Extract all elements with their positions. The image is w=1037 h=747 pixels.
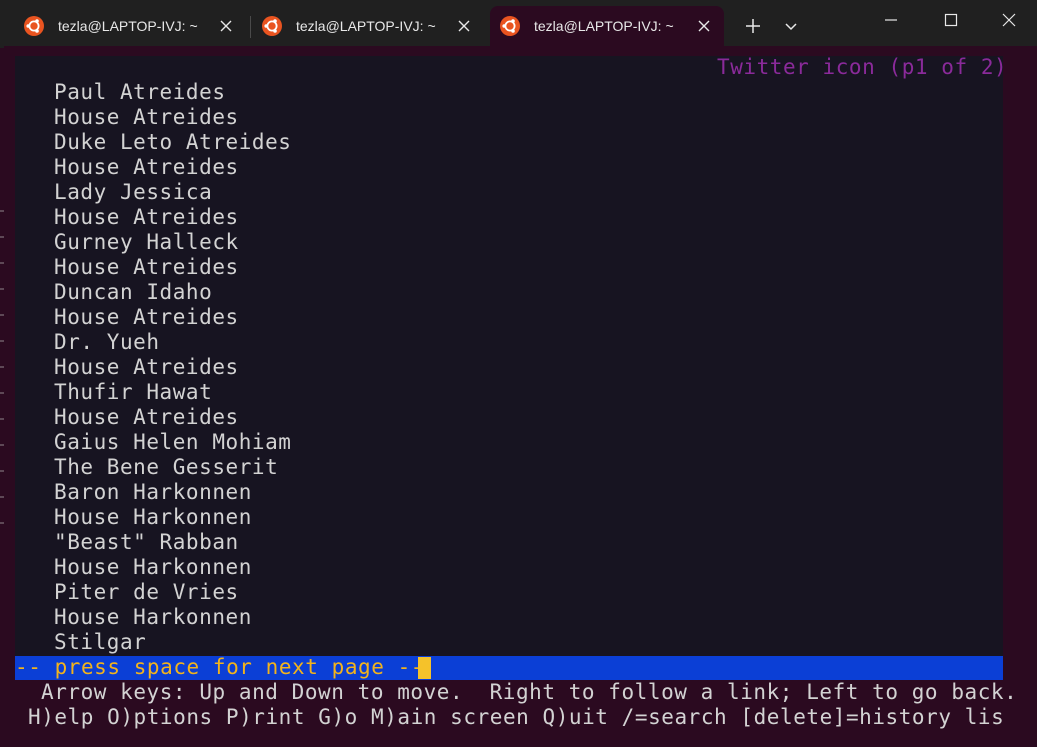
tab-separator bbox=[250, 16, 251, 38]
link-item[interactable]: "Beast" Rabban bbox=[54, 530, 239, 555]
maximize-icon bbox=[944, 13, 958, 27]
tab-1-label: tezla@LAPTOP-IVJ: ~ bbox=[58, 18, 198, 34]
close-icon bbox=[1002, 13, 1016, 27]
tab-2[interactable]: tezla@LAPTOP-IVJ: ~ bbox=[252, 6, 484, 46]
tab-dropdown-button[interactable] bbox=[776, 12, 806, 40]
link-item[interactable]: Dr. Yueh bbox=[54, 330, 160, 355]
ubuntu-icon bbox=[262, 16, 282, 36]
page-title: Twitter icon (p1 of 2) bbox=[717, 55, 1008, 79]
close-icon[interactable] bbox=[216, 16, 236, 36]
close-icon[interactable] bbox=[694, 16, 714, 36]
tab-3-label: tezla@LAPTOP-IVJ: ~ bbox=[534, 18, 674, 34]
link-item[interactable]: House Atreides bbox=[54, 255, 239, 280]
link-item[interactable]: Lady Jessica bbox=[54, 180, 212, 205]
close-window-button[interactable] bbox=[986, 4, 1032, 36]
link-item[interactable]: Duncan Idaho bbox=[54, 280, 212, 305]
link-item[interactable]: House Harkonnen bbox=[54, 505, 252, 530]
plus-icon bbox=[746, 19, 760, 33]
link-item[interactable]: House Harkonnen bbox=[54, 605, 252, 630]
link-item[interactable]: Piter de Vries bbox=[54, 580, 239, 605]
tab-3[interactable]: tezla@LAPTOP-IVJ: ~ bbox=[490, 6, 724, 46]
link-item[interactable]: Gurney Halleck bbox=[54, 230, 239, 255]
tab-2-label: tezla@LAPTOP-IVJ: ~ bbox=[296, 18, 436, 34]
help-line-navigation: Arrow keys: Up and Down to move. Right t… bbox=[41, 680, 1018, 704]
link-item[interactable]: Stilgar bbox=[54, 630, 146, 655]
link-item[interactable]: The Bene Gesserit bbox=[54, 455, 278, 480]
ubuntu-icon bbox=[500, 16, 520, 36]
link-item[interactable]: House Atreides bbox=[54, 405, 239, 430]
link-item[interactable]: Gaius Helen Mohiam bbox=[54, 430, 291, 455]
minimize-button[interactable] bbox=[868, 4, 914, 36]
terminal-cursor bbox=[418, 657, 431, 679]
status-prompt: -- press space for next page -- bbox=[15, 655, 424, 679]
link-item[interactable]: House Atreides bbox=[54, 205, 239, 230]
link-item[interactable]: Thufir Hawat bbox=[54, 380, 212, 405]
maximize-button[interactable] bbox=[928, 4, 974, 36]
chevron-down-icon bbox=[785, 23, 797, 31]
new-tab-button[interactable] bbox=[738, 12, 768, 40]
link-item[interactable]: House Atreides bbox=[54, 355, 239, 380]
minimize-icon bbox=[885, 19, 897, 21]
help-line-commands: H)elp O)ptions P)rint G)o M)ain screen Q… bbox=[28, 705, 1005, 729]
link-item[interactable]: Duke Leto Atreides bbox=[54, 130, 291, 155]
link-item[interactable]: House Atreides bbox=[54, 155, 239, 180]
link-item[interactable]: House Atreides bbox=[54, 105, 239, 130]
tab-1[interactable]: tezla@LAPTOP-IVJ: ~ bbox=[14, 6, 246, 46]
link-item[interactable]: House Atreides bbox=[54, 305, 239, 330]
title-bar: tezla@LAPTOP-IVJ: ~ tezla@LAPTOP-IVJ: ~ … bbox=[0, 0, 1037, 48]
link-item[interactable]: Paul Atreides bbox=[54, 80, 226, 105]
link-item[interactable]: House Harkonnen bbox=[54, 555, 252, 580]
link-item[interactable]: Baron Harkonnen bbox=[54, 480, 252, 505]
close-icon[interactable] bbox=[454, 16, 474, 36]
ubuntu-icon bbox=[24, 16, 44, 36]
